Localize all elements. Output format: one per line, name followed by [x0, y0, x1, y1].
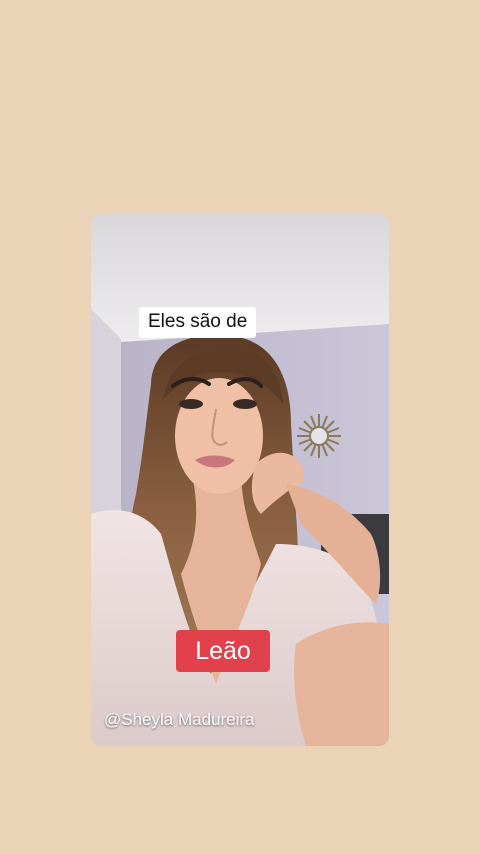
lower-arm [294, 622, 389, 746]
right-eye [233, 399, 257, 409]
face [175, 378, 263, 494]
video-card[interactable]: Eles são de Leão @Sheyla Madureira [91, 214, 389, 746]
creator-watermark: @Sheyla Madureira [104, 710, 255, 729]
side-wall [91, 309, 121, 534]
caption-top: Eles são de [139, 307, 257, 338]
sign-badge: Leão [176, 630, 270, 672]
left-eye [179, 399, 203, 409]
story-page: Eles são de Leão @Sheyla Madureira [0, 0, 480, 854]
